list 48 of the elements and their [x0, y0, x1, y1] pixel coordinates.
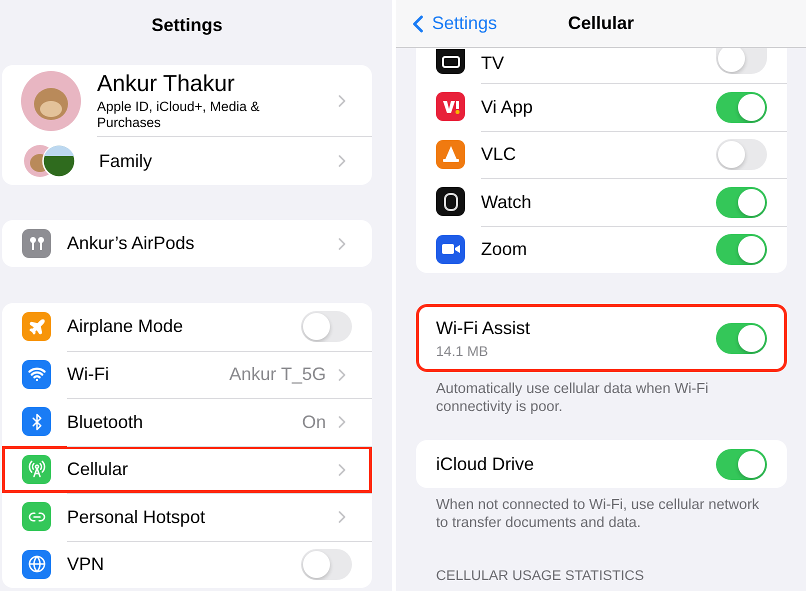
cone-icon — [436, 140, 465, 169]
toggle-switch[interactable] — [301, 549, 352, 580]
toggle-switch[interactable] — [716, 322, 767, 354]
toggle-switch[interactable] — [716, 92, 767, 123]
row-label: Family — [99, 150, 153, 172]
row-label: Watch — [481, 192, 532, 213]
row-label: VPN — [67, 554, 106, 576]
row-label: Wi-Fi Assist — [436, 318, 531, 338]
page-title: Cellular — [568, 13, 634, 34]
row-value: Ankur T_5G — [229, 364, 326, 386]
footer-text: When not connected to Wi-Fi, use cellular network to transfer documents and data. — [435, 496, 760, 532]
bluetooth-icon — [22, 407, 51, 436]
account-subtitle: Apple ID, iCloud+, Media & Purchases — [97, 98, 260, 132]
toggle-switch[interactable] — [716, 139, 767, 170]
vi-app-icon — [436, 92, 465, 122]
toggle-switch[interactable] — [716, 234, 767, 266]
watch-icon — [436, 187, 465, 216]
row-label: TV — [481, 53, 506, 74]
toggle-switch[interactable] — [716, 48, 767, 74]
row-label: Personal Hotspot — [67, 506, 206, 528]
usage-text: 14.1 MB — [436, 342, 490, 358]
back-button[interactable]: Settings — [396, 10, 498, 38]
avatar-icon — [21, 71, 81, 131]
globe-icon — [22, 550, 51, 579]
row-label: Airplane Mode — [67, 316, 184, 338]
airplane-icon — [22, 312, 51, 342]
row-value: On — [302, 412, 326, 433]
account-name: Ankur Thakur — [97, 70, 236, 97]
section-header: CELLULAR USAGE STATISTICS — [435, 566, 645, 582]
toggle-switch[interactable] — [716, 186, 767, 218]
earbuds-icon — [22, 229, 51, 258]
link-icon — [22, 502, 51, 532]
row-label: Wi-Fi — [67, 364, 110, 386]
video-app-icon — [436, 234, 465, 264]
row-label: iCloud Drive — [436, 454, 536, 475]
row-label: Vi App — [481, 96, 534, 118]
wifi-icon — [22, 360, 51, 389]
row-label: Ankur’s AirPods — [67, 233, 196, 254]
footer-text: Automatically use cellular data when Wi-Fi connectivity is poor. — [435, 380, 710, 416]
row-label: Bluetooth — [67, 412, 144, 433]
toggle-switch[interactable] — [301, 311, 352, 342]
row-label: Cellular — [67, 459, 130, 480]
row-label: VLC — [481, 144, 518, 166]
toggle-switch[interactable] — [716, 448, 767, 480]
row-label: Zoom — [481, 239, 528, 260]
antenna-icon — [22, 454, 51, 484]
page-title: Settings — [150, 14, 224, 37]
highlighted-row[interactable]: Cellular — [2, 446, 372, 493]
